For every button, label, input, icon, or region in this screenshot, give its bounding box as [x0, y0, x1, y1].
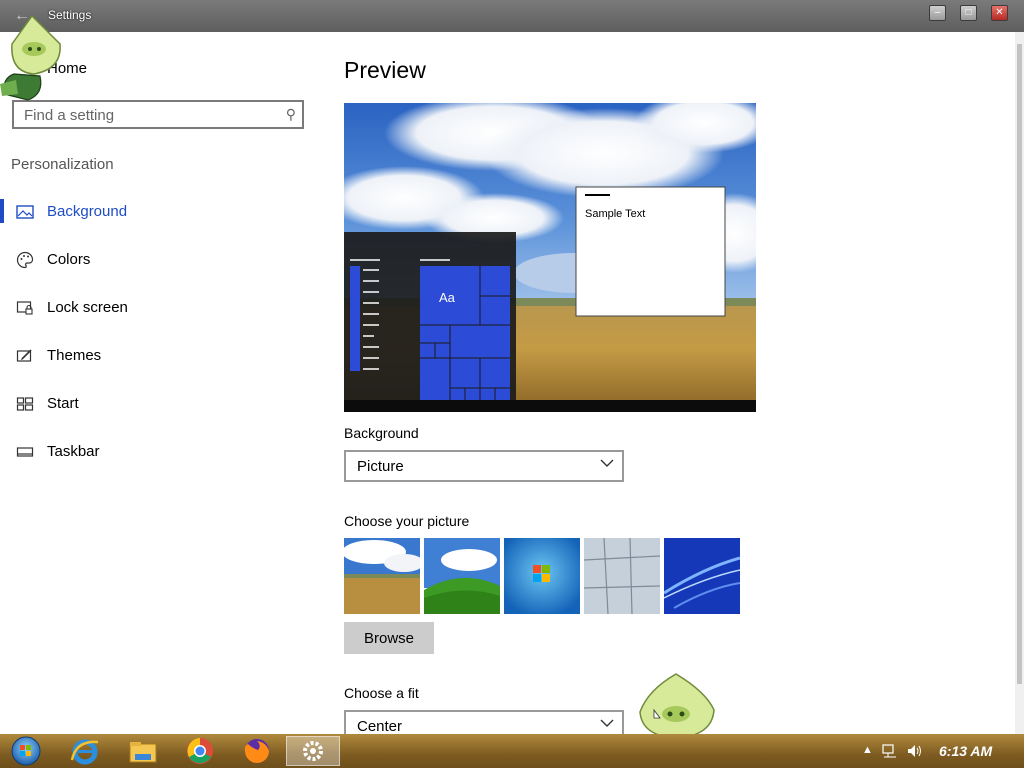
choose-fit-label: Choose a fit	[344, 685, 419, 701]
minimize-button[interactable]: –	[929, 5, 946, 21]
search-input[interactable]: Find a setting ⚲	[12, 100, 304, 129]
firefox-icon	[244, 739, 269, 763]
character-mascot-top-left	[0, 14, 61, 101]
chevron-down-icon	[600, 459, 614, 467]
start-orb-button[interactable]	[6, 736, 46, 766]
taskbar-app-settings[interactable]	[286, 736, 340, 766]
sidebar-item-label: Taskbar	[47, 443, 100, 460]
taskbar-clock[interactable]: 6:13 AM	[939, 743, 992, 759]
background-label: Background	[344, 425, 419, 441]
taskbar-app-file-explorer[interactable]	[124, 736, 162, 766]
show-hidden-icons-button[interactable]: ▲	[862, 744, 873, 756]
scrollbar-thumb[interactable]	[1017, 44, 1022, 684]
close-button[interactable]: ✕	[991, 5, 1008, 21]
choose-picture-label: Choose your picture	[344, 513, 470, 529]
search-icon[interactable]: ⚲	[286, 106, 296, 123]
page-title: Preview	[344, 57, 426, 83]
picture-thumb-wheat-field[interactable]	[344, 538, 420, 614]
maximize-button[interactable]: □	[960, 5, 977, 21]
sidebar-item-lock-screen[interactable]: Lock screen	[0, 294, 310, 324]
palette-icon	[16, 251, 34, 269]
fit-dropdown[interactable]: Center	[344, 710, 624, 735]
sidebar-item-label: Lock screen	[47, 299, 128, 316]
windows-orb-icon	[11, 736, 41, 766]
taskbar-app-chrome[interactable]	[181, 736, 219, 766]
sidebar-item-themes[interactable]: Themes	[0, 342, 310, 372]
picture-thumb-windows-7[interactable]	[504, 538, 580, 614]
tile-text: Aa	[439, 290, 455, 305]
browse-button[interactable]: Browse	[344, 622, 434, 654]
volume-icon[interactable]	[906, 743, 922, 759]
network-icon[interactable]	[882, 743, 898, 759]
internet-explorer-icon	[70, 739, 99, 765]
sidebar-item-taskbar[interactable]: Taskbar	[0, 438, 310, 468]
chrome-icon	[187, 738, 213, 764]
search-placeholder: Find a setting	[24, 107, 115, 124]
taskbar-icon	[16, 447, 34, 457]
active-indicator	[0, 199, 4, 223]
section-label: Personalization	[11, 156, 114, 173]
title-bar: ← Settings – □ ✕	[0, 0, 1024, 32]
preview-image	[344, 103, 756, 412]
picture-icon	[16, 205, 34, 219]
sidebar-item-label: Start	[47, 395, 79, 412]
fit-value: Center	[357, 718, 403, 735]
taskbar-app-firefox[interactable]	[238, 736, 276, 766]
sidebar-item-label: Background	[47, 203, 128, 220]
sidebar-item-colors[interactable]: Colors	[0, 246, 310, 276]
picture-thumb-blue-streaks[interactable]	[664, 538, 740, 614]
sidebar-item-start[interactable]: Start	[0, 390, 310, 420]
picture-thumb-glass-building[interactable]	[584, 538, 660, 614]
taskbar-app-internet-explorer[interactable]	[66, 736, 104, 766]
taskbar: ▲	[0, 734, 1024, 768]
lock-screen-icon	[16, 301, 33, 315]
sidebar-item-label: Themes	[47, 347, 102, 364]
background-preview: Aa Sample Text	[344, 103, 756, 412]
folder-icon	[129, 742, 157, 763]
picture-thumb-green-hills[interactable]	[424, 538, 500, 614]
background-value: Picture	[357, 458, 404, 475]
sidebar-item-background[interactable]: Background	[0, 198, 310, 228]
themes-icon	[16, 349, 32, 362]
gear-icon	[303, 741, 323, 761]
start-icon	[16, 397, 34, 411]
sidebar-item-label: Colors	[47, 251, 91, 268]
vertical-scrollbar[interactable]	[1015, 32, 1024, 734]
sample-text: Sample Text	[585, 208, 646, 220]
background-dropdown[interactable]: Picture	[344, 450, 624, 482]
chevron-down-icon	[600, 719, 614, 727]
